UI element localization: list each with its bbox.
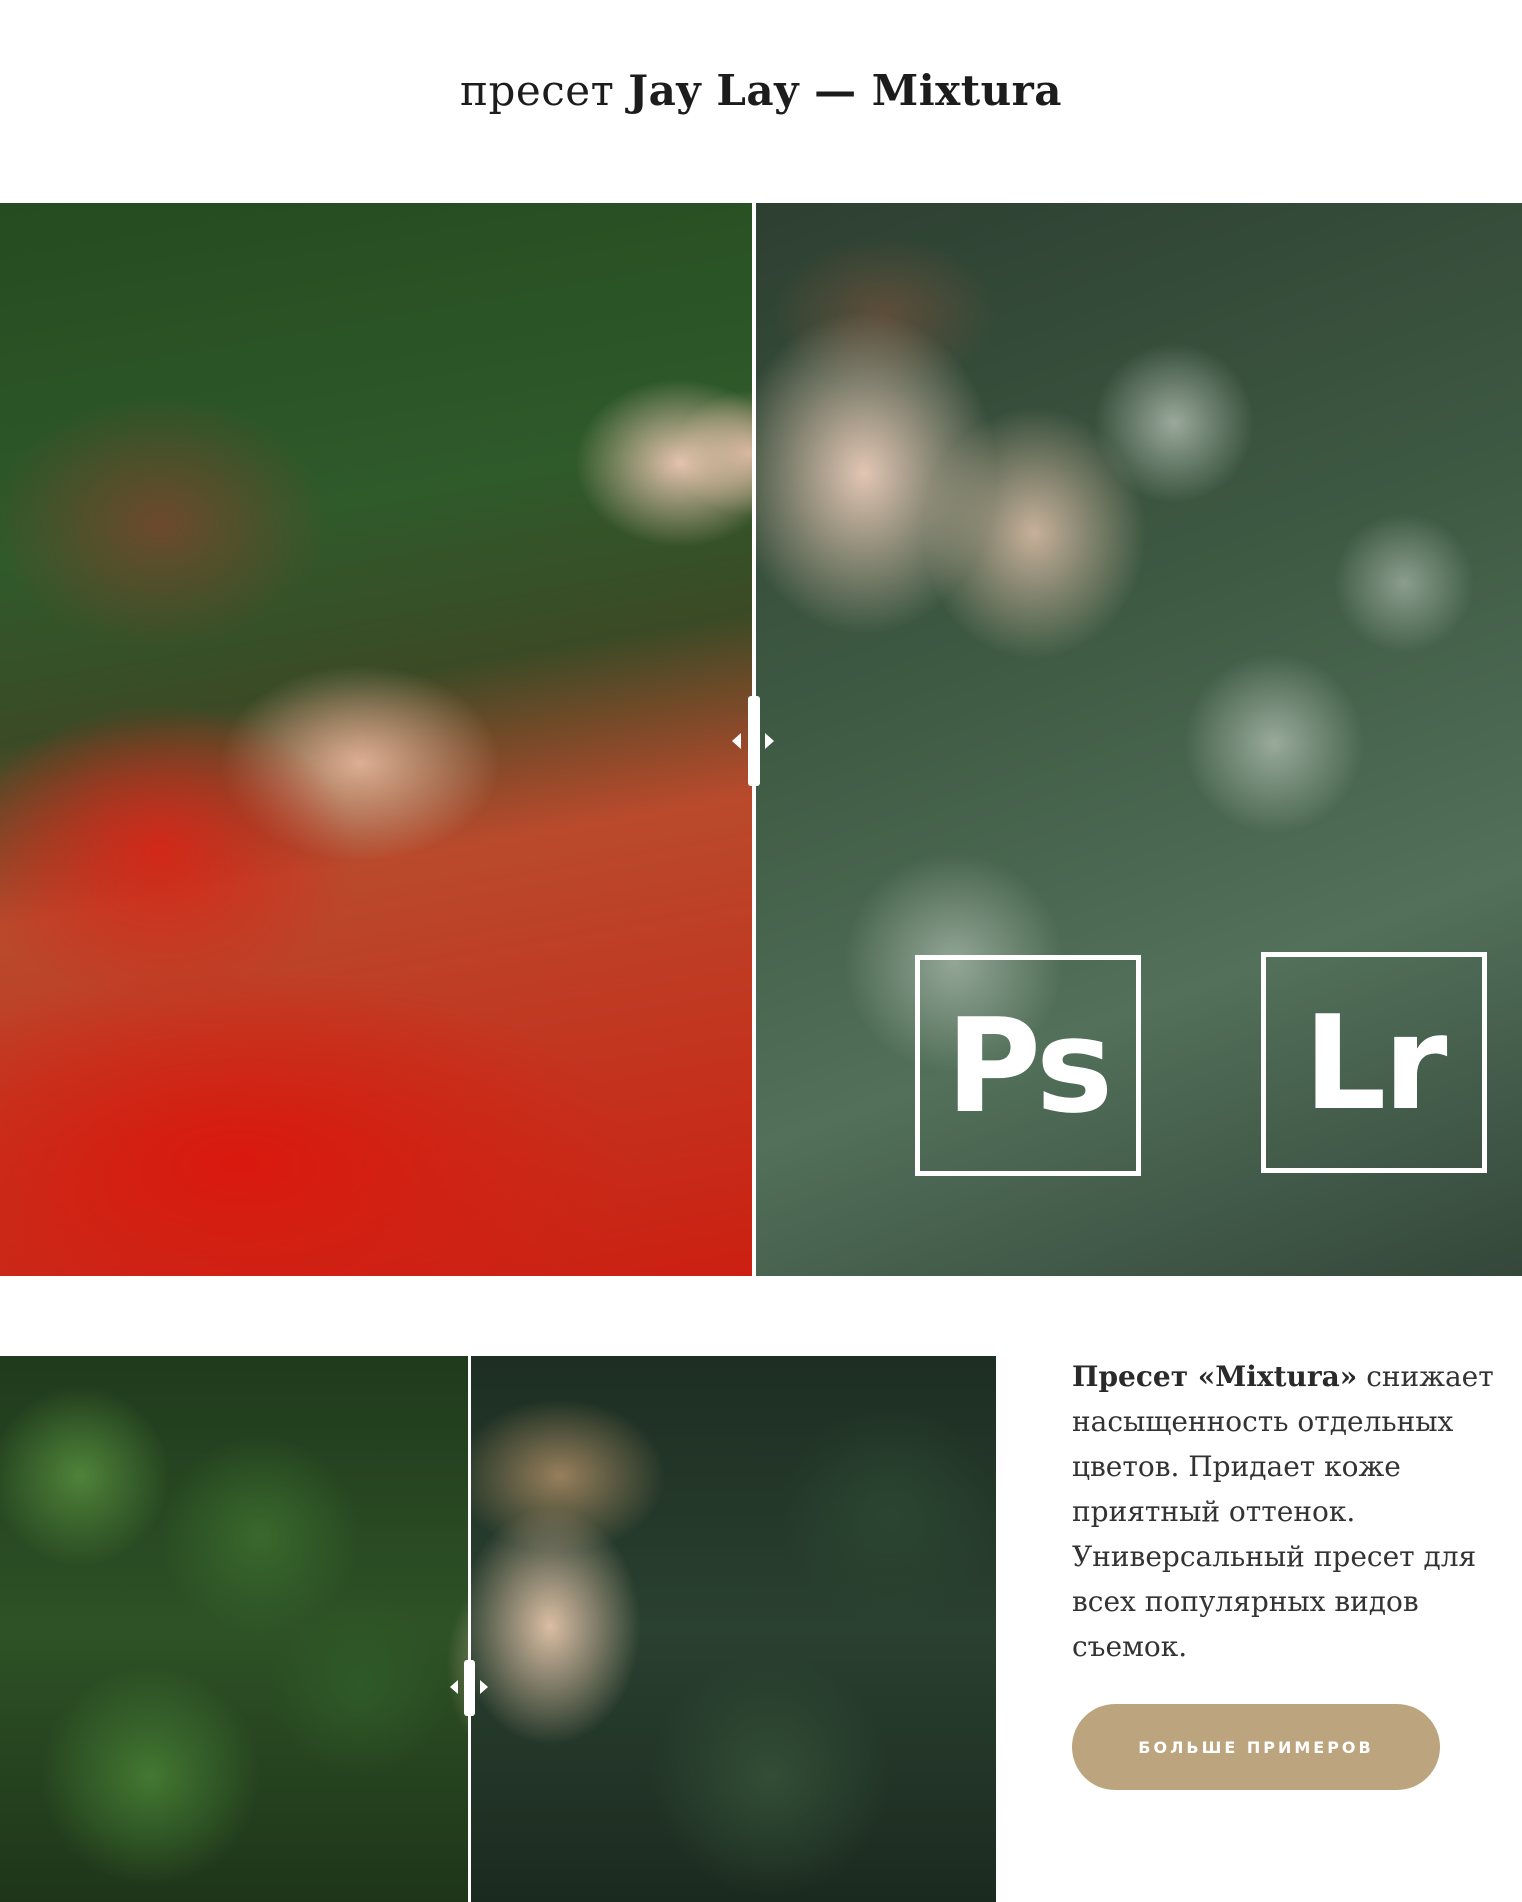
slider-handle[interactable] bbox=[464, 1660, 475, 1716]
preset-name: Пресет «Mixtura» bbox=[1072, 1360, 1358, 1393]
slider-handle[interactable] bbox=[748, 696, 760, 786]
arrow-right-icon bbox=[480, 1680, 488, 1694]
before-after-slider-top[interactable]: Ps Lr bbox=[0, 203, 1522, 1276]
description-text: снижает насыщенность отдельных цветов. П… bbox=[1072, 1360, 1494, 1663]
title-prefix: пресет bbox=[460, 66, 615, 115]
before-image bbox=[0, 1356, 470, 1902]
comparison-divider[interactable] bbox=[468, 1356, 471, 1902]
arrow-left-icon bbox=[732, 733, 741, 749]
photoshop-badge: Ps bbox=[915, 955, 1141, 1176]
arrow-left-icon bbox=[450, 1680, 458, 1694]
lightroom-badge: Lr bbox=[1261, 952, 1487, 1173]
arrow-right-icon bbox=[765, 733, 774, 749]
after-image bbox=[470, 1356, 996, 1902]
page-title: пресет Jay Lay — Mixtura bbox=[0, 66, 1522, 115]
title-preset-name: Jay Lay — Mixtura bbox=[628, 66, 1062, 115]
preset-description: Пресет «Mixtura» снижает насыщенность от… bbox=[1072, 1354, 1522, 1669]
before-image bbox=[0, 203, 754, 1276]
more-examples-button[interactable]: Больше примеров bbox=[1072, 1704, 1440, 1790]
before-after-slider-bottom[interactable] bbox=[0, 1356, 996, 1902]
